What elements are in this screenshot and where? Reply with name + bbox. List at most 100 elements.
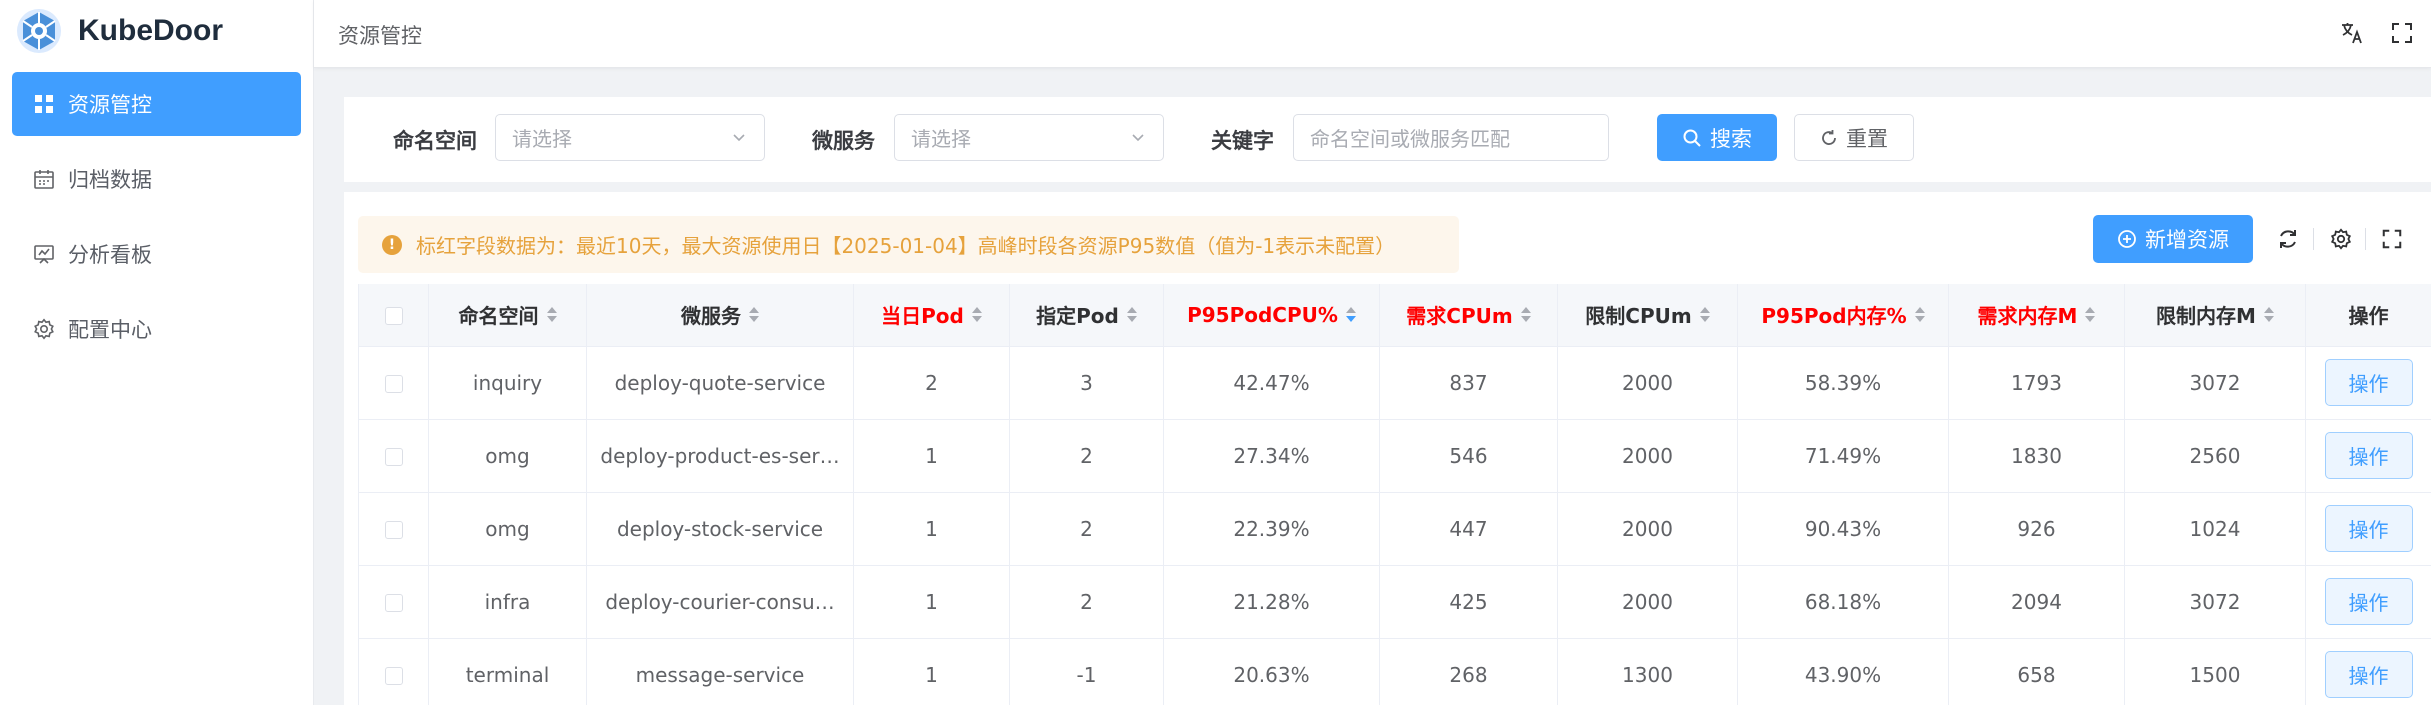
- sort-icon[interactable]: [1699, 307, 1710, 323]
- table-cell: 268: [1379, 638, 1558, 705]
- refresh-icon: [1822, 129, 1836, 145]
- row-action-button[interactable]: 操作: [2324, 505, 2413, 552]
- row-checkbox[interactable]: [384, 521, 403, 539]
- row-action-button[interactable]: 操作: [2324, 359, 2413, 406]
- action-cell: 操作: [2305, 565, 2431, 639]
- table-cell: message-service: [586, 638, 854, 705]
- table-cell: 2000: [1557, 419, 1738, 493]
- service-placeholder: 请选择: [911, 127, 971, 151]
- row-select-cell: [358, 492, 429, 566]
- action-cell: 操作: [2305, 638, 2431, 705]
- brand[interactable]: KubeDoor: [0, 0, 313, 62]
- brand-name: KubeDoor: [78, 14, 223, 47]
- translate-icon[interactable]: [2338, 19, 2366, 47]
- breadcrumb[interactable]: 资源管控: [338, 20, 422, 50]
- row-checkbox[interactable]: [384, 375, 403, 393]
- toolbar-divider: [2365, 228, 2366, 250]
- column-header[interactable]: 指定Pod: [1009, 284, 1164, 347]
- select-all-header: [358, 284, 429, 347]
- sort-icon[interactable]: [1126, 307, 1137, 323]
- namespace-select[interactable]: 请选择: [495, 114, 765, 161]
- table-cell: 1500: [2124, 638, 2306, 705]
- row-action-button[interactable]: 操作: [2324, 578, 2413, 625]
- sort-icon[interactable]: [1914, 307, 1925, 323]
- action-cell: 操作: [2305, 492, 2431, 566]
- add-resource-button[interactable]: 新增资源: [2093, 215, 2253, 263]
- table-cell: 447: [1379, 492, 1558, 566]
- table-cell: 2: [1009, 419, 1164, 493]
- column-header[interactable]: 需求CPUm: [1379, 284, 1558, 347]
- fullscreen-icon[interactable]: [2378, 225, 2406, 253]
- action-cell: 操作: [2305, 346, 2431, 420]
- add-resource-label: 新增资源: [2145, 228, 2229, 252]
- refresh-icon[interactable]: [2274, 225, 2302, 253]
- grid-icon: [32, 92, 56, 116]
- row-checkbox[interactable]: [384, 594, 403, 612]
- sort-icon[interactable]: [1520, 307, 1531, 323]
- table-cell: 2: [1009, 565, 1164, 639]
- table-cell: inquiry: [428, 346, 587, 420]
- sidebar-item-config-center[interactable]: 配置中心: [12, 297, 301, 361]
- column-header[interactable]: 需求内存M: [1948, 284, 2125, 347]
- table-cell: 926: [1948, 492, 2125, 566]
- calendar-icon: [32, 167, 56, 191]
- table-row: inquiry deploy-quote-service 2 3 42.47% 837 20…: [358, 346, 2431, 420]
- toolbar-divider: [2313, 228, 2314, 250]
- reset-button-label: 重置: [1846, 126, 1888, 151]
- sort-icon[interactable]: [2263, 307, 2274, 323]
- table-cell: 1793: [1948, 346, 2125, 420]
- sort-icon[interactable]: [1345, 307, 1356, 323]
- table-cell: 2: [853, 346, 1010, 420]
- sidebar-item-label: 分析看板: [68, 243, 152, 267]
- row-select-cell: [358, 419, 429, 493]
- column-header[interactable]: 当日Pod: [853, 284, 1010, 347]
- table-cell: 2000: [1557, 565, 1738, 639]
- sort-icon[interactable]: [2085, 307, 2096, 323]
- table-cell: -1: [1009, 638, 1164, 705]
- row-checkbox[interactable]: [384, 448, 403, 466]
- sidebar: KubeDoor 资源管控 归档数据 分析看板 配置中心: [0, 0, 314, 705]
- row-action-button[interactable]: 操作: [2324, 651, 2413, 698]
- sort-icon[interactable]: [749, 307, 759, 323]
- sidebar-item-archive-data[interactable]: 归档数据: [12, 147, 301, 211]
- table-cell: 1: [853, 419, 1010, 493]
- row-select-cell: [358, 638, 429, 705]
- sidebar-item-resource-control[interactable]: 资源管控: [12, 72, 301, 136]
- service-select[interactable]: 请选择: [894, 114, 1164, 161]
- reset-button[interactable]: 重置: [1794, 114, 1914, 161]
- sort-icon[interactable]: [546, 307, 557, 323]
- sort-icon[interactable]: [971, 307, 982, 323]
- sidebar-item-analysis-board[interactable]: 分析看板: [12, 222, 301, 286]
- select-all-checkbox[interactable]: [384, 307, 403, 326]
- alert-text: 标红字段数据为：最近10天，最大资源使用日【2025-01-04】高峰时段各资源…: [416, 234, 1396, 258]
- fullscreen-icon[interactable]: [2388, 19, 2416, 47]
- settings-icon[interactable]: [2327, 225, 2355, 253]
- column-header[interactable]: 微服务: [586, 284, 854, 347]
- table-cell: 2560: [2124, 419, 2306, 493]
- row-select-cell: [358, 565, 429, 639]
- row-checkbox[interactable]: [384, 667, 403, 685]
- chevron-down-icon: [733, 134, 745, 142]
- column-header[interactable]: 限制CPUm: [1557, 284, 1738, 347]
- table-cell: deploy-courier-consu…: [586, 565, 854, 639]
- table-cell: 837: [1379, 346, 1558, 420]
- column-header[interactable]: 命名空间: [428, 284, 587, 347]
- sidebar-item-label: 资源管控: [68, 93, 152, 117]
- table-cell: deploy-quote-service: [586, 346, 854, 420]
- column-header[interactable]: P95PodCPU%: [1163, 284, 1380, 347]
- table-cell: 21.28%: [1163, 565, 1380, 639]
- table-row: omg deploy-stock-service 1 2 22.39% 447 2000 90…: [358, 492, 2431, 566]
- table-cell: omg: [428, 492, 587, 566]
- search-button[interactable]: 搜索: [1657, 114, 1777, 161]
- table-cell: 1: [853, 638, 1010, 705]
- plus-circle-icon: [2118, 230, 2136, 248]
- table-cell: 2000: [1557, 492, 1738, 566]
- table-cell: 1024: [2124, 492, 2306, 566]
- table-cell: 68.18%: [1737, 565, 1949, 639]
- column-header[interactable]: P95Pod内存%: [1737, 284, 1949, 347]
- column-header[interactable]: 限制内存M: [2124, 284, 2306, 347]
- keyword-input[interactable]: 命名空间或微服务匹配: [1293, 114, 1609, 161]
- table-cell: 27.34%: [1163, 419, 1380, 493]
- row-action-button[interactable]: 操作: [2324, 432, 2413, 479]
- table-body: inquiry deploy-quote-service 2 3 42.47% 837 20…: [358, 346, 2431, 705]
